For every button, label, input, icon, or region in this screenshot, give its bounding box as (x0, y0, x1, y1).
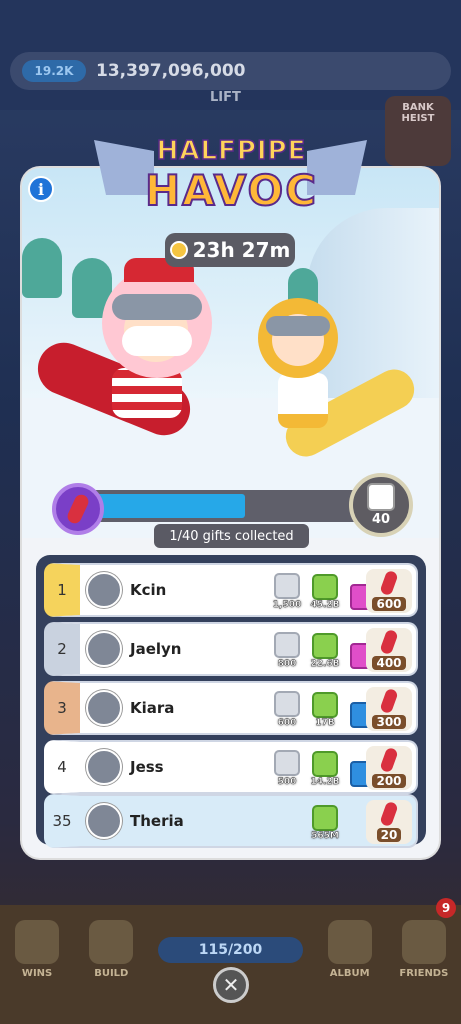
hammer-icon (89, 920, 134, 964)
gift-progress-label: 1/40 gifts collected (154, 524, 309, 548)
points-badge: 600 (366, 569, 412, 613)
dice-icon (274, 750, 300, 776)
cash-icon (312, 751, 338, 777)
info-icon[interactable]: i (28, 176, 54, 202)
player-name: Jess (130, 758, 164, 776)
rank-number: 2 (57, 640, 67, 658)
avatar[interactable] (86, 690, 122, 726)
bank-heist-tile: BANK HEIST (385, 96, 451, 166)
event-title-line2: HAVOC (144, 165, 319, 216)
event-title-banner: HALFPIPE HAVOC (94, 132, 367, 232)
leaderboard-row[interactable]: 4 Jess 500 14.2B 200 (44, 740, 418, 794)
cash-icon (312, 574, 338, 600)
points-badge: 200 (366, 746, 412, 790)
nav-wins[interactable]: WINS (7, 920, 67, 979)
rank-number: 4 (57, 758, 67, 776)
points-value: 300 (372, 715, 406, 729)
top-bar: 19.2K 13,397,096,000 (10, 52, 451, 90)
boarder-character (258, 298, 338, 378)
event-modal: i 23h 27m 40 1/40 gifts collected 1 Kcin 1… (22, 168, 439, 858)
avatar[interactable] (86, 803, 122, 839)
dice-reward-item: 600 (270, 688, 304, 728)
gift-progress-fill (81, 494, 245, 518)
avatar[interactable] (86, 572, 122, 608)
dice-icon (274, 573, 300, 599)
dice-reward-item: 800 (270, 629, 304, 669)
roll-progress: 115/200 (158, 937, 303, 963)
cash-reward-item: 14.2B (308, 747, 342, 787)
rewards-group: 565M (270, 801, 380, 841)
nav-friends[interactable]: FRIENDS (394, 920, 454, 979)
leaderboard-row-self[interactable]: 35 Theria 565M 20 (44, 794, 418, 848)
rewards-group: 500 14.2B (270, 747, 380, 787)
net-worth: 13,397,096,000 (96, 61, 246, 81)
points-badge: 300 (366, 687, 412, 731)
friends-badge: 9 (436, 898, 456, 918)
gift-progress-bar (77, 490, 367, 522)
trophy-icon (15, 920, 60, 964)
snowboard-icon (379, 800, 399, 828)
player-name: Kcin (130, 581, 167, 599)
santa-character (102, 258, 212, 378)
rewards-group: 1,500 45.2B (270, 570, 380, 610)
bottom-nav: WINS BUILD ALBUM FRIENDS (0, 905, 461, 1024)
album-icon (327, 920, 372, 964)
points-badge: 20 (366, 800, 412, 844)
dice-reward-amount: 40 (371, 512, 391, 527)
snowboard-icon (379, 628, 399, 656)
friends-icon (401, 920, 446, 964)
dice-icon (274, 691, 300, 717)
dice-reward[interactable]: 40 (349, 473, 413, 537)
dice-icon (274, 632, 300, 658)
stopwatch-icon (169, 241, 188, 259)
tree-decoration (22, 238, 62, 298)
points-badge: 400 (366, 628, 412, 672)
points-value: 600 (372, 597, 406, 611)
timer-text: 23h 27m (192, 238, 291, 262)
dice-reward-item: 500 (270, 747, 304, 787)
snowboard-icon (379, 569, 399, 597)
player-name: Kiara (130, 699, 175, 717)
boarder-body (278, 373, 328, 428)
points-value: 20 (376, 828, 402, 842)
rank-number: 1 (57, 581, 67, 599)
points-value: 200 (372, 774, 406, 788)
rewards-group: 800 22.6B (270, 629, 380, 669)
event-title-line1: HALFPIPE (156, 135, 307, 167)
dice-reward-item: 1,500 (270, 570, 304, 610)
points-value: 400 (372, 656, 406, 670)
cash-reward-item: 45.2B (308, 570, 342, 610)
avatar[interactable] (86, 631, 122, 667)
avatar[interactable] (86, 749, 122, 785)
rank-number: 3 (57, 699, 67, 717)
snowboard-token-icon (52, 483, 104, 535)
cash-reward-item: 565M (308, 801, 342, 841)
cash-icon (312, 692, 338, 718)
snowboard-icon (379, 687, 399, 715)
leaderboard-row[interactable]: 1 Kcin 1,500 45.2B 600 (44, 563, 418, 617)
cash-icon (312, 805, 338, 831)
nav-build[interactable]: BUILD (81, 920, 141, 979)
dice-icon (367, 483, 395, 511)
rewards-group: 600 17B (270, 688, 380, 728)
lift-label: LIFT (210, 90, 241, 105)
cash-reward-item: 17B (308, 688, 342, 728)
leaderboard-row[interactable]: 3 Kiara 600 17B 300 (44, 681, 418, 735)
cash-pill[interactable]: 19.2K (22, 60, 86, 82)
event-timer: 23h 27m (165, 233, 295, 267)
snowboard-icon (379, 746, 399, 774)
cash-icon (312, 633, 338, 659)
close-button[interactable]: ✕ (213, 967, 249, 1003)
nav-album[interactable]: ALBUM (320, 920, 380, 979)
player-name: Theria (130, 812, 184, 830)
player-name: Jaelyn (130, 640, 182, 658)
leaderboard-row[interactable]: 2 Jaelyn 800 22.6B 400 (44, 622, 418, 676)
leaderboard: 1 Kcin 1,500 45.2B 600 2 Jaelyn 800 22.6B 400 3 Kia… (36, 555, 426, 848)
rank-number: 35 (52, 812, 72, 830)
cash-reward-item: 22.6B (308, 629, 342, 669)
